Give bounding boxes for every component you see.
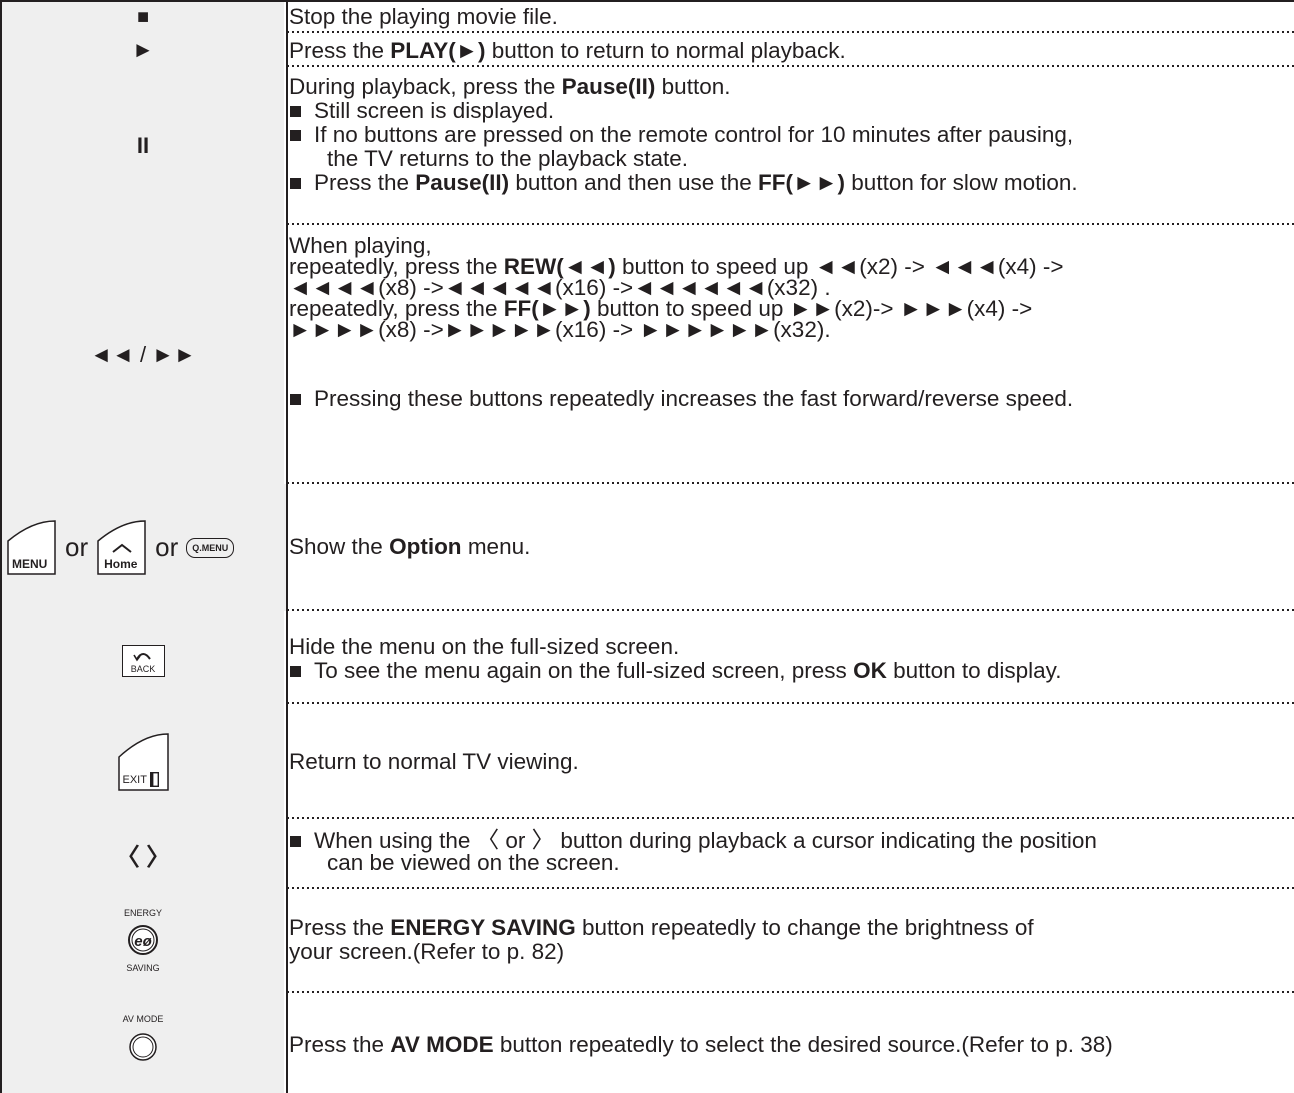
play-icon: ► [132, 37, 154, 62]
key-cell: MENU or Home or Q.MENU [2, 484, 288, 611]
key-cell: 〈 〉 [2, 819, 284, 889]
description-text: Stop the playing movie file. [289, 4, 558, 29]
table-row-rew-ff: ◄◄ / ►► When playing, repeatedly, press … [2, 225, 1294, 484]
list-item: If no buttons are pressed on the remote … [289, 123, 1294, 147]
manual-page: ■ Stop the playing movie file. ► Press t… [0, 0, 1294, 1093]
description-cell: When using the 〈 or 〉 button during play… [289, 829, 1294, 889]
table-row-stop: ■ Stop the playing movie file. [2, 2, 1294, 33]
key-cell: ENERGY eø SAVING [2, 889, 284, 993]
description-cell: Press the ENERGY SAVING button repeatedl… [289, 915, 1034, 964]
description-cell: Press the PLAY(►) button to return to no… [289, 38, 846, 63]
description-cell: Stop the playing movie file. [289, 5, 1294, 33]
list-item: Still screen is displayed. [289, 99, 1294, 123]
description-cell: Return to normal TV viewing. [289, 749, 579, 774]
table-row-energy-saving: ENERGY eø SAVING Press the ENERGY SAVING… [2, 889, 1294, 993]
description-cell: Hide the menu on the full-sized screen. … [289, 635, 1294, 704]
table-row-back: BACK Hide the menu on the full-sized scr… [2, 611, 1294, 704]
menu-key-icon: MENU [6, 519, 57, 576]
list-item: Pressing these buttons repeatedly increa… [289, 387, 1294, 411]
description-cell: Show the Option menu. [289, 534, 531, 559]
list-item: Press the Pause(II) button and then use … [289, 171, 1294, 195]
list-item: When using the 〈 or 〉 button during play… [289, 829, 1294, 852]
stop-icon: ■ [136, 6, 150, 28]
list-item: To see the menu again on the full-sized … [289, 659, 1294, 683]
description-cell: When playing, repeatedly, press the REW(… [289, 234, 1294, 484]
description-cell: Press the AV MODE button repeatedly to s… [289, 1032, 1113, 1057]
key-cell: ► [2, 33, 284, 67]
key-cell: AV MODE [2, 993, 284, 1093]
table-row-play: ► Press the PLAY(►) button to return to … [2, 33, 1294, 67]
play-button-label: PLAY(►) [390, 38, 486, 63]
key-cell: BACK [2, 611, 284, 704]
key-cell: ■ [2, 2, 284, 33]
av-mode-key-icon: AV MODE [113, 1008, 173, 1078]
home-key-icon: Home [96, 519, 147, 576]
key-cell: ◄◄ / ►► [2, 225, 284, 484]
table-row-menu: MENU or Home or Q.MENU Show the Option m… [2, 484, 1294, 611]
left-right-arrow-icon: 〈 〉 [115, 843, 171, 871]
svg-text:eø: eø [134, 933, 152, 950]
energy-saving-key-icon: ENERGY eø SAVING [123, 908, 162, 973]
qmenu-key-icon: Q.MENU [186, 537, 235, 558]
key-cell: EXIT [2, 704, 284, 819]
exit-key-icon: EXIT [117, 732, 170, 792]
table-row-av-mode: AV MODE Press the AV MODE button repeate… [2, 993, 1294, 1093]
pause-icon: II [136, 133, 150, 158]
table-row-pause: II During playback, press the Pause(II) … [2, 67, 1294, 225]
rew-ff-icon: ◄◄ / ►► [90, 341, 196, 367]
back-key-icon: BACK [121, 644, 165, 677]
description-cell: During playback, press the Pause(II) but… [289, 75, 1294, 225]
table-row-cursor: 〈 〉 When using the 〈 or 〉 button during … [2, 819, 1294, 889]
key-cell: II [2, 67, 284, 225]
table-row-exit: EXIT Return to normal TV viewing. [2, 704, 1294, 819]
